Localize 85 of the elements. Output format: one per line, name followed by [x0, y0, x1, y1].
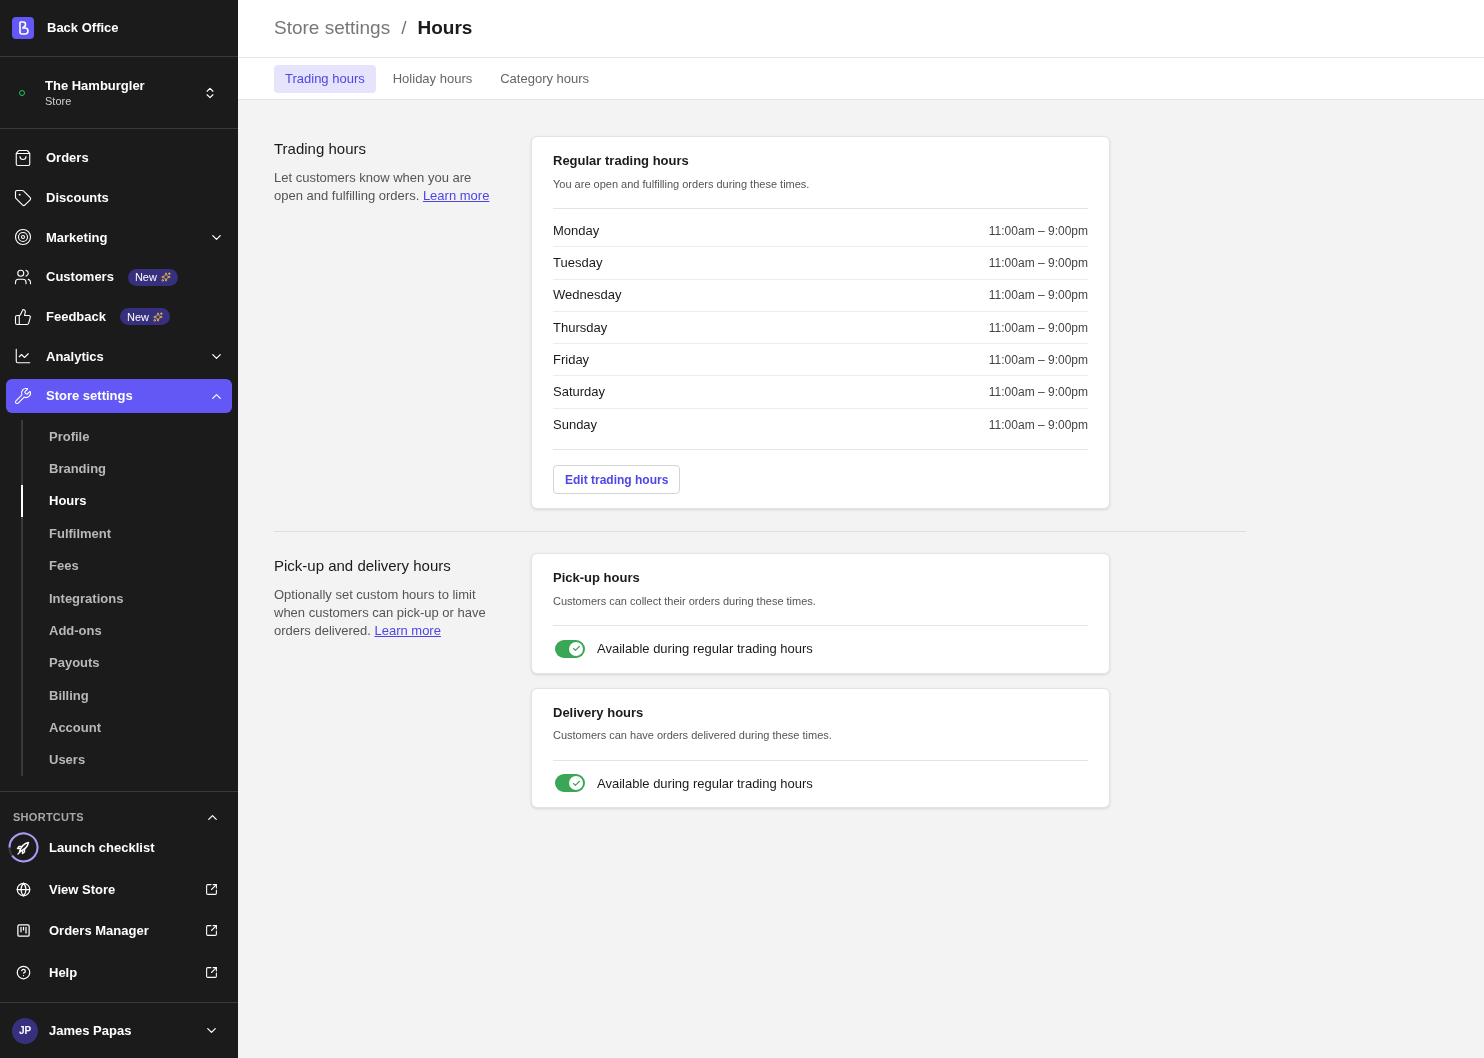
hours-value: 11:00am – 9:00pm	[988, 384, 1088, 402]
subnav-item[interactable]: Branding	[21, 452, 238, 485]
hours-value: 11:00am – 9:00pm	[988, 416, 1088, 434]
sparkle-icon	[160, 272, 171, 283]
breadcrumb-separator: /	[401, 16, 407, 41]
edit-button[interactable]: Edit trading hours	[553, 465, 681, 495]
store-name: The Hamburgler	[45, 76, 145, 94]
check-icon	[571, 778, 581, 788]
nav-item[interactable]: Store settings	[6, 379, 232, 414]
user-menu[interactable]: JP James Papas	[0, 1002, 238, 1058]
subnav-item[interactable]: Users	[21, 744, 238, 777]
nav-item[interactable]: Marketing	[6, 220, 232, 255]
shortcut-item[interactable]: Help	[0, 951, 238, 993]
tab[interactable]: Category hours	[489, 64, 601, 93]
user-avatar: JP	[12, 1017, 38, 1044]
store-type: Store	[45, 93, 73, 109]
subnav-item[interactable]: Add-ons	[21, 614, 238, 647]
shortcuts-header[interactable]: SHORTCUTS	[0, 807, 238, 827]
subnav-item[interactable]: Billing	[21, 679, 238, 712]
nav-item[interactable]: Feedback New	[6, 299, 232, 334]
card-subtitle: Customers can collect their orders during these times.	[553, 592, 1088, 627]
tag-icon	[14, 188, 32, 207]
wrench-icon	[14, 387, 32, 406]
toggle-label: Available during regular trading hours	[597, 640, 813, 659]
check-icon	[571, 644, 581, 654]
hours-value: 11:00am – 9:00pm	[988, 222, 1088, 240]
subnav-item[interactable]: Payouts	[21, 646, 238, 680]
card-title: Pick-up hours	[553, 569, 641, 588]
logo-icon	[12, 17, 34, 39]
thumbs-up-icon	[14, 307, 32, 326]
card-title: Regular trading hours	[553, 152, 690, 170]
hours-value: 11:00am – 9:00pm	[988, 287, 1088, 305]
day-label: Sunday	[553, 416, 598, 435]
nav-item[interactable]: Discounts	[6, 180, 232, 215]
section-title: Pick-up and delivery hours	[274, 556, 452, 577]
day-label: Tuesday	[553, 254, 603, 273]
toggle-label: Available during regular trading hours	[597, 774, 813, 793]
bag-icon	[14, 149, 32, 167]
subnav-item[interactable]: Integrations	[21, 582, 238, 615]
nav-item[interactable]: Customers New	[6, 260, 232, 295]
toggle-switch[interactable]	[555, 774, 585, 793]
rocket-ring-icon	[8, 832, 39, 864]
nav-item[interactable]: Orders	[6, 141, 232, 175]
new-badge: New	[127, 268, 178, 286]
card-subtitle: Customers can have orders delivered during these times.	[553, 727, 1088, 761]
subnav-item[interactable]: Fulfilment	[21, 517, 238, 550]
users-icon	[14, 268, 32, 287]
hours-value: 11:00am – 9:00pm	[988, 351, 1088, 369]
card-subtitle: You are open and fulfilling orders during these times.	[553, 175, 1088, 209]
subnav-item[interactable]: Fees	[21, 549, 238, 583]
day-label: Friday	[553, 351, 590, 370]
day-label: Wednesday	[553, 286, 622, 305]
section-description: Let customers know when you are open and fulfilling orders. Learn more	[274, 168, 491, 205]
help-icon	[16, 964, 31, 980]
nav-item[interactable]: Analytics	[6, 339, 232, 374]
shortcut-item[interactable]: Orders Manager	[0, 910, 238, 952]
new-badge: New	[120, 308, 170, 326]
learn-more-link[interactable]: Learn more	[374, 622, 441, 638]
line-chart-icon	[14, 347, 32, 366]
app-name: Back Office	[47, 19, 119, 38]
breadcrumb-link[interactable]: Store settings	[274, 14, 391, 43]
day-label: Thursday	[553, 318, 608, 337]
tab[interactable]: Trading hours	[274, 64, 376, 93]
external-link-icon	[205, 965, 218, 979]
section-description: Optionally set custom hours to limit when customers can pick-up or have orders delivered. Learn more	[274, 585, 487, 640]
sparkle-icon	[153, 311, 163, 322]
subnav-item[interactable]: Profile	[21, 420, 238, 453]
globe-icon	[16, 881, 31, 897]
shortcut-item[interactable]: Launch checklist	[0, 827, 238, 869]
external-link-icon	[205, 882, 218, 896]
external-link-icon	[205, 924, 218, 938]
board-icon	[16, 923, 31, 939]
card-title: Delivery hours	[553, 703, 645, 722]
learn-more-link[interactable]: Learn more	[422, 187, 490, 203]
target-icon	[14, 228, 32, 247]
subnav-item[interactable]: Account	[21, 711, 238, 745]
page-title: Hours	[417, 16, 473, 41]
shortcut-item[interactable]: View Store	[0, 868, 238, 910]
day-label: Monday	[553, 221, 600, 240]
tab[interactable]: Holiday hours	[381, 64, 484, 93]
section-title: Trading hours	[274, 139, 367, 159]
hours-value: 11:00am – 9:00pm	[988, 254, 1088, 272]
day-label: Saturday	[553, 383, 606, 402]
hours-value: 11:00am – 9:00pm	[988, 319, 1088, 337]
toggle-switch[interactable]	[555, 639, 585, 658]
